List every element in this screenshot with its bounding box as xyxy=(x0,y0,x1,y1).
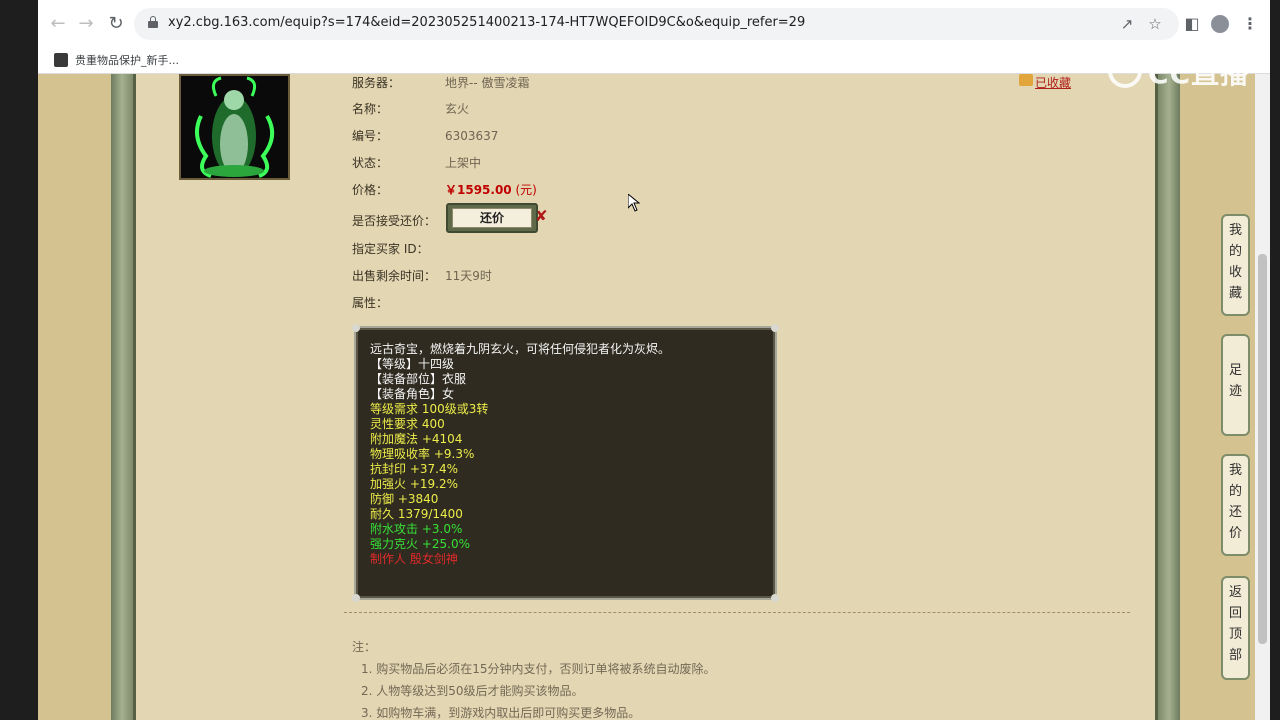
forward-arrow-icon[interactable]: → xyxy=(74,12,98,36)
attribute-line: 附水攻击 +3.0% xyxy=(370,522,463,536)
corner-ornament xyxy=(352,324,360,332)
attribute-line: 物理吸收率 +9.3% xyxy=(370,447,475,461)
note-item: 3. 如购物车满，到游戏内取出后即可购买更多物品。 xyxy=(361,706,641,720)
reload-icon[interactable]: ↻ xyxy=(104,12,128,36)
status-value: 上架中 xyxy=(445,156,482,170)
profile-avatar-icon[interactable] xyxy=(1208,12,1232,36)
price-unit: (元) xyxy=(515,183,537,197)
cc-logo-icon xyxy=(1108,54,1142,88)
attrs-label: 属性： xyxy=(352,296,389,310)
server-row: 服务器： 地界-- 傲雪凌霜 xyxy=(352,74,529,91)
status-row: 状态： 上架中 xyxy=(352,154,481,171)
corner-ornament xyxy=(352,594,360,602)
bargain-close-icon[interactable]: ✘ xyxy=(535,207,548,225)
bookmark-item[interactable]: 贵重物品保护_新手... xyxy=(75,52,179,68)
url-text[interactable]: xy2.cbg.163.com/equip?s=174&eid=20230525… xyxy=(168,15,805,30)
server-label: 服务器： xyxy=(352,76,401,90)
buyer-row: 指定买家 ID： xyxy=(352,240,445,257)
server-value: 地界-- 傲雪凌霜 xyxy=(445,76,530,90)
browser-toolbar: ← → ↻ xy2.cbg.163.com/equip?s=174&eid=20… xyxy=(38,0,1270,48)
buyer-label: 指定买家 ID： xyxy=(352,242,429,256)
cc-watermark: CC直播 xyxy=(1108,52,1270,90)
side-tab-label[interactable]: 我的还价 xyxy=(1229,460,1243,544)
mouse-cursor-icon xyxy=(628,194,640,212)
bookmarks-bar: 贵重物品保护_新手... xyxy=(38,48,1270,74)
time-row: 出售剩余时间： 11天9时 xyxy=(352,267,492,284)
browser-window: ← → ↻ xy2.cbg.163.com/equip?s=174&eid=20… xyxy=(38,0,1270,720)
attribute-line: 等级需求 100级或3转 xyxy=(370,402,489,416)
left-frame-border xyxy=(111,74,133,720)
right-frame-border xyxy=(1158,74,1180,720)
side-panel-icon[interactable]: ◧ xyxy=(1180,12,1204,36)
divider xyxy=(344,612,1130,613)
attributes-list: 远古奇宝，燃烧着九阴玄火，可将任何侵犯者化为灰烬。 【等级】十四级 【装备部位】衣服… xyxy=(370,342,670,567)
equipment-image xyxy=(179,74,290,180)
name-value: 玄火 xyxy=(445,102,470,116)
note-item: 1. 购买物品后必须在15分钟内支付，否则订单将被系统自动废除。 xyxy=(361,662,716,676)
share-icon[interactable]: ↗ xyxy=(1117,14,1137,34)
side-tab-label[interactable]: 足迹 xyxy=(1229,360,1243,402)
notes-section: 注： 1. 购买物品后必须在15分钟内支付，否则订单将被系统自动废除。 2. 人… xyxy=(352,636,716,720)
notes-title: 注： xyxy=(352,640,377,654)
price-label: 价格： xyxy=(352,183,389,197)
attribute-line: 灵性要求 400 xyxy=(370,417,445,431)
page-viewport: 已收藏 服务器： 地界-- 傲雪凌霜 名称： 玄火 编号： 6303637 状态： 上架… xyxy=(38,74,1270,720)
bookmark-favicon-icon xyxy=(54,53,68,67)
attrs-row: 属性： xyxy=(352,294,445,311)
attribute-line: 【装备角色】女 xyxy=(370,387,455,401)
favorites-link[interactable]: 已收藏 xyxy=(1035,74,1071,91)
attribute-line: 抗封印 +37.4% xyxy=(370,462,458,476)
side-tab-label[interactable]: 我的收藏 xyxy=(1229,220,1243,304)
side-tab-history[interactable]: 足迹 xyxy=(1221,334,1250,436)
attribute-line: 防御 +3840 xyxy=(370,492,439,506)
favorites-icon[interactable] xyxy=(1019,74,1033,86)
address-bar[interactable]: xy2.cbg.163.com/equip?s=174&eid=20230525… xyxy=(134,8,1179,40)
side-tab-back-to-top[interactable]: 返回顶部 xyxy=(1221,576,1250,680)
bargain-label: 是否接受还价： xyxy=(352,214,437,228)
price-row: 价格： ￥1595.00 (元) xyxy=(352,181,537,198)
side-tab-my-bargains[interactable]: 我的还价 xyxy=(1221,454,1250,556)
note-item: 2. 人物等级达到50级后才能购买该物品。 xyxy=(361,684,584,698)
name-label: 名称： xyxy=(352,102,389,116)
time-value: 11天9时 xyxy=(445,269,492,283)
attribute-line: 耐久 1379/1400 xyxy=(370,507,463,521)
attribute-line: 附加魔法 +4104 xyxy=(370,432,463,446)
bargain-button-label[interactable]: 还价 xyxy=(452,208,532,228)
back-arrow-icon[interactable]: ← xyxy=(46,12,70,36)
time-label: 出售剩余时间： xyxy=(352,269,437,283)
status-label: 状态： xyxy=(352,156,389,170)
attribute-line: 制作人 殷女剑神 xyxy=(370,552,458,566)
id-row: 编号： 6303637 xyxy=(352,127,498,144)
attribute-line: 远古奇宝，燃烧着九阴玄火，可将任何侵犯者化为灰烬。 xyxy=(370,342,671,356)
id-label: 编号： xyxy=(352,129,389,143)
side-tab-label[interactable]: 返回顶部 xyxy=(1229,582,1243,666)
id-value: 6303637 xyxy=(445,129,499,143)
attribute-line: 加强火 +19.2% xyxy=(370,477,458,491)
watermark-text: CC直播 xyxy=(1148,57,1250,90)
lock-icon[interactable] xyxy=(148,16,158,28)
name-row: 名称： 玄火 xyxy=(352,100,469,117)
attribute-line: 【装备部位】衣服 xyxy=(370,372,467,386)
bargain-row: 是否接受还价： xyxy=(352,212,445,229)
page-scrollbar[interactable] xyxy=(1255,74,1270,720)
attribute-line: 强力克火 +25.0% xyxy=(370,537,470,551)
bargain-button[interactable]: 还价 xyxy=(446,203,538,233)
star-icon[interactable]: ☆ xyxy=(1145,14,1165,34)
attribute-line: 【等级】十四级 xyxy=(370,357,455,371)
scrollbar-thumb[interactable] xyxy=(1258,254,1267,644)
price-value: ￥1595.00 xyxy=(445,183,512,197)
corner-ornament xyxy=(771,324,779,332)
side-tab-favorites[interactable]: 我的收藏 xyxy=(1221,214,1250,316)
corner-ornament xyxy=(771,594,779,602)
kebab-menu-icon[interactable]: ⋮ xyxy=(1238,12,1262,36)
attributes-panel: 远古奇宝，燃烧着九阴玄火，可将任何侵犯者化为灰烬。 【等级】十四级 【装备部位】衣服… xyxy=(352,324,779,602)
